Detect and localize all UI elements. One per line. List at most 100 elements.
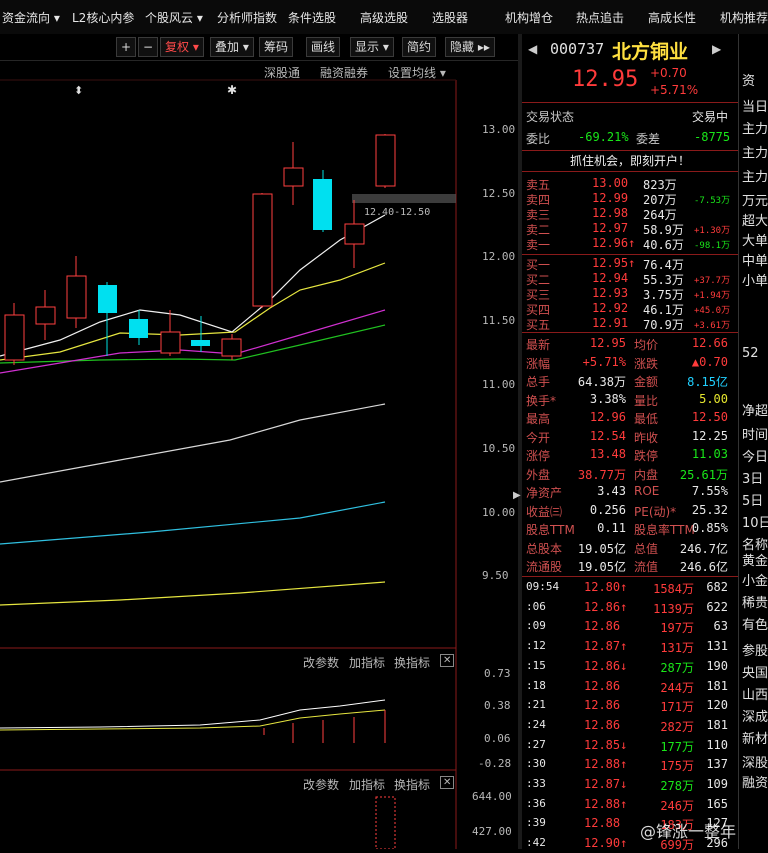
sub1-params-button[interactable]: 改参数 (303, 654, 339, 671)
bid-price: 12.92 (592, 301, 629, 315)
top-menu-bar: 资金流向 ▾ L2核心内参 个股风云 ▾ 分析师指数 条件选股 高级选股 选股器… (0, 0, 768, 35)
hide-panel-button[interactable]: 隐藏 ▸▸ (445, 37, 495, 57)
sub2-close-icon[interactable]: ✕ (440, 776, 455, 789)
ask-row[interactable]: 卖二 12.97 58.9万 +1.30万 (526, 221, 734, 237)
ask-row[interactable]: 卖四 12.99 207万 -7.53万 (526, 191, 734, 207)
overlay-dropdown[interactable]: 叠加 ▾ (210, 37, 254, 57)
tick-volume: 131万 (660, 641, 694, 656)
stat-label: 涨幅 (526, 356, 551, 371)
menu-item-institution-add[interactable]: 机构增仓 (505, 9, 553, 26)
open-account-banner[interactable]: 抓住机会，即刻开户！ (522, 150, 738, 172)
menu-item-high-growth[interactable]: 高成长性 (648, 9, 696, 26)
tick-count: 120 (706, 698, 728, 713)
tick-row[interactable]: :24 12.86 282万 181 (526, 718, 734, 734)
order-ratio-value: -69.21% (578, 130, 629, 144)
tick-row[interactable]: :27 12.85↓ 177万 110 (526, 738, 734, 754)
stats-row: 总股本 19.05亿 总值 246.7亿 (526, 540, 734, 556)
stat-label: 总股本 (526, 541, 563, 556)
sub2-switch-indicator-button[interactable]: 换指标 (394, 776, 430, 793)
tick-volume: 244万 (660, 680, 694, 695)
candle (129, 319, 148, 338)
menu-item-stock-news[interactable]: 个股风云 ▾ (145, 9, 203, 26)
kline-svg: ⬍ ✱ 12.40-12.50 (0, 79, 457, 849)
tick-price: 12.86 (584, 678, 621, 693)
menu-item-analyst-index[interactable]: 分析师指数 (217, 9, 277, 26)
ask-row[interactable]: 卖一 12.96↑ 40.6万 -98.1万 (526, 236, 734, 252)
next-stock-icon[interactable]: ▶ (712, 42, 721, 56)
ask-row[interactable]: 卖三 12.98 264万 (526, 206, 734, 222)
zoom-in-button[interactable]: + (116, 37, 136, 57)
tick-row[interactable]: :18 12.86 244万 181 (526, 679, 734, 695)
stat-value: 25.32 (691, 502, 728, 517)
menu-item-stock-picker[interactable]: 选股器 (432, 9, 468, 26)
tick-price: 12.86 (584, 698, 621, 713)
menu-item-fund-flow[interactable]: 资金流向 ▾ (2, 9, 60, 26)
stat-label: 内盘 (634, 467, 659, 482)
stock-code: 000737 (550, 40, 605, 58)
tick-row[interactable]: :21 12.86 171万 120 (526, 698, 734, 714)
sub2-add-indicator-button[interactable]: 加指标 (349, 776, 385, 793)
tick-row[interactable]: :30 12.88↑ 175万 137 (526, 757, 734, 773)
tick-time: 09:54 (526, 580, 560, 593)
sub2-params-button[interactable]: 改参数 (303, 776, 339, 793)
side-panel-label: 资 (742, 74, 756, 89)
menu-item-institution-recommend[interactable]: 机构推荐 (720, 9, 768, 26)
last-price: 12.95 (572, 67, 639, 92)
stat-label: 最新 (526, 338, 551, 352)
tick-row[interactable]: :06 12.86↑ 1139万 622 (526, 600, 734, 616)
draw-line-button[interactable]: 画线 (306, 37, 341, 57)
stats-row: 收益㈢ 0.256 PE(动)* 25.32 (526, 503, 734, 519)
stat-label: ROE (634, 484, 660, 498)
sub2-axis-tick: 644.00 (472, 790, 512, 803)
sub1-switch-indicator-button[interactable]: 换指标 (394, 654, 430, 671)
bid-row[interactable]: 买一 12.95↑ 76.4万 (526, 256, 734, 272)
tick-row[interactable]: :09 12.86 197万 63 (526, 619, 734, 635)
menu-item-advanced-select[interactable]: 高级选股 (360, 9, 408, 26)
side-panel-label: 3日 (742, 472, 764, 487)
menu-item-condition-select[interactable]: 条件选股 (288, 9, 336, 26)
ask-row[interactable]: 卖五 13.00 823万 (526, 176, 734, 192)
chips-button[interactable]: 筹码 (259, 37, 294, 57)
stat-label: 最高 (526, 412, 551, 426)
side-panel-label: 净超 (742, 404, 768, 419)
trade-status-label: 交易状态 (526, 110, 575, 124)
menu-item-l2[interactable]: L2核心内参 (72, 9, 134, 26)
stat-value: 11.03 (691, 447, 728, 461)
menu-item-hot-chase[interactable]: 热点追击 (576, 9, 624, 26)
price-axis-tick: 11.00 (482, 378, 516, 391)
bid-row[interactable]: 买四 12.92 46.1万 +45.0万 (526, 301, 734, 317)
display-dropdown[interactable]: 显示 ▾ (350, 37, 394, 57)
tick-time: :39 (526, 816, 546, 830)
tick-row[interactable]: 09:54 12.80↑ 1584万 682 (526, 580, 734, 596)
sub1-axis-tick: 0.38 (484, 699, 511, 712)
stats-row: 总手 64.38万 金额 8.15亿 (526, 373, 734, 389)
tick-count: 682 (706, 580, 728, 594)
tick-row[interactable]: :15 12.86↓ 287万 190 (526, 659, 734, 675)
tick-time: :21 (526, 698, 546, 712)
stats-row: 最新 12.95 均价 12.66 (526, 336, 734, 352)
tick-row[interactable]: :33 12.87↓ 278万 109 (526, 777, 734, 793)
stats-row: 股息TTM 0.11 股息率TTM 0.85% (526, 521, 734, 537)
prev-stock-icon[interactable]: ◀ (528, 42, 537, 56)
zoom-out-button[interactable]: − (138, 37, 158, 57)
tick-row[interactable]: :36 12.88↑ 246万 165 (526, 797, 734, 813)
candle (191, 340, 210, 346)
bid-price: 12.95↑ (592, 256, 636, 270)
candle (4, 314, 25, 361)
kline-chart-area[interactable]: 深股通 融资融券 设置均线 ▾ ⬍ ✱ 12.40-12.50 13.00 12… (0, 60, 518, 849)
bid-row[interactable]: 买二 12.94 55.3万 +37.7万 (526, 271, 734, 287)
price-axis-tick: 11.50 (482, 314, 516, 327)
order-diff-label: 委差 (636, 132, 661, 146)
sub1-add-indicator-button[interactable]: 加指标 (349, 654, 385, 671)
stat-value: 12.96 (589, 410, 626, 424)
stat-value: 246.6亿 (679, 560, 728, 574)
bid-row[interactable]: 买三 12.93 3.75万 +1.94万 (526, 286, 734, 302)
tick-price: 12.88 (584, 816, 621, 831)
sub1-close-icon[interactable]: ✕ (440, 654, 455, 667)
tick-row[interactable]: :12 12.87↑ 131万 131 (526, 639, 734, 655)
simple-mode-button[interactable]: 简约 (402, 37, 437, 57)
collapse-arrow-icon[interactable]: ▶ (513, 490, 521, 501)
stat-label: 均价 (634, 338, 659, 352)
adjust-price-dropdown[interactable]: 复权 ▾ (160, 37, 204, 57)
bid-row[interactable]: 买五 12.91 70.9万 +3.61万 (526, 316, 734, 332)
